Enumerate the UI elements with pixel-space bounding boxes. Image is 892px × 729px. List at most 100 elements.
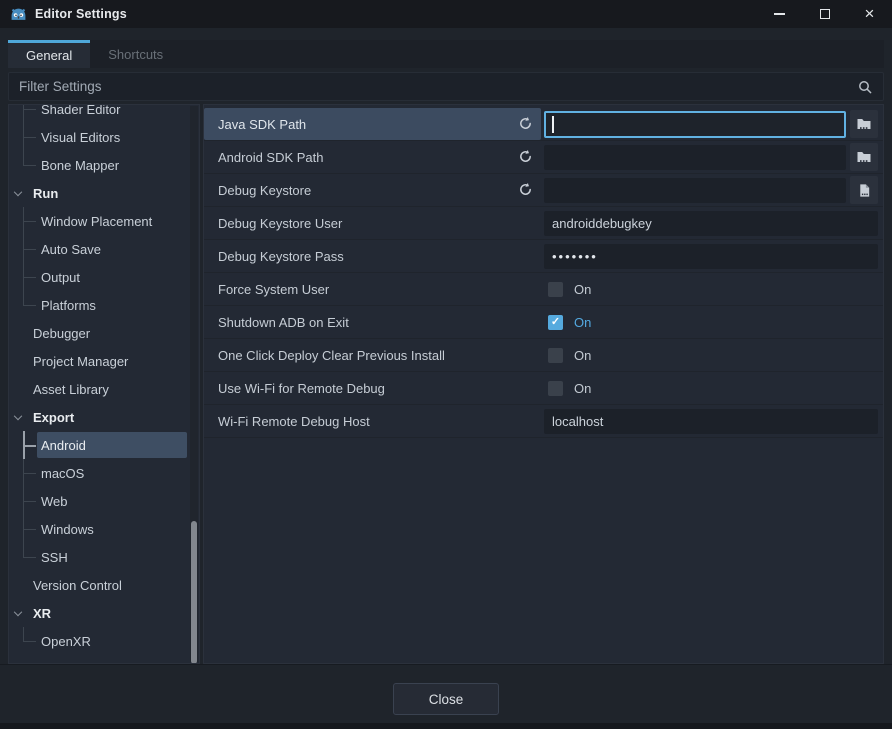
sidebar-item-openxr[interactable]: OpenXR [9,627,187,655]
window-title: Editor Settings [35,7,127,21]
sidebar-item-label: Project Manager [33,354,128,369]
sidebar-item-label: Version Control [33,578,122,593]
sidebar-item-asset-library[interactable]: Asset Library [9,375,187,403]
minimize-button[interactable] [757,0,802,28]
sidebar-item-label: macOS [41,466,84,481]
sidebar-item-export[interactable]: Export [9,403,187,431]
footer-bar: Close [0,664,892,723]
sidebar-item-android[interactable]: Android [9,431,187,459]
minimize-icon [774,13,785,15]
file-picker-button[interactable] [850,176,878,204]
checkbox-label[interactable]: On [574,273,591,306]
sidebar-item-project-manager[interactable]: Project Manager [9,347,187,375]
sidebar-item-web[interactable]: Web [9,487,187,515]
maximize-button[interactable] [802,0,847,28]
sidebar-item-windows[interactable]: Windows [9,515,187,543]
sidebar-item-label: Output [41,270,80,285]
tree-scrollbar[interactable] [190,106,198,662]
setting-label: Shutdown ADB on Exit [218,306,349,339]
text-caret [552,116,554,133]
sidebar-item-label: Window Placement [41,214,152,229]
sidebar-item-label: Platforms [41,298,96,313]
setting-label: Debug Keystore User [218,207,342,240]
sidebar-item-label: Windows [41,522,94,537]
chevron-down-icon[interactable] [14,608,22,616]
setting-input-java-sdk-path[interactable] [544,111,846,138]
revert-icon[interactable] [518,182,534,198]
tab-shortcuts[interactable]: Shortcuts [90,40,181,68]
setting-input-debug-keystore-pass[interactable] [544,244,878,269]
sidebar-item-label: Debugger [33,326,90,341]
setting-input-debug-keystore[interactable] [544,178,846,203]
setting-label: Use Wi-Fi for Remote Debug [218,372,385,405]
setting-input-debug-keystore-user[interactable] [544,211,878,236]
setting-row-shutdown-adb-on-exit: Shutdown ADB on Exit ✓ On [204,306,883,339]
setting-row-java-sdk-path: Java SDK Path [204,108,883,141]
sidebar-item-auto-save[interactable]: Auto Save [9,235,187,263]
close-window-button[interactable]: × [847,0,892,28]
sidebar-item-label: OpenXR [41,634,91,649]
setting-label: Debug Keystore [218,174,311,207]
checkbox-label[interactable]: On [574,306,591,339]
sidebar-item-label: Android [41,438,86,453]
settings-list: Java SDK PathAndroid SDK PathDebug Keyst… [203,104,884,664]
tab-general[interactable]: General [8,40,90,68]
filter-settings-input[interactable] [9,73,883,100]
setting-row-use-wi-fi-for-remote-debug: Use Wi-Fi for Remote Debug On [204,372,883,405]
chevron-down-icon[interactable] [14,412,22,420]
folder-picker-button[interactable] [850,110,878,138]
setting-label: Java SDK Path [218,108,306,141]
revert-icon[interactable] [518,149,534,165]
close-icon: × [865,5,875,22]
checkbox-shutdown-adb-on-exit[interactable]: ✓ [548,315,563,330]
setting-row-wi-fi-remote-debug-host: Wi-Fi Remote Debug Host [204,405,883,438]
sidebar-item-label: Bone Mapper [41,158,119,173]
sidebar-item-macos[interactable]: macOS [9,459,187,487]
chevron-down-icon[interactable] [14,188,22,196]
sidebar-item-xr[interactable]: XR [9,599,187,627]
editor-settings-window: Editor Settings × General Shortcuts Shad… [0,0,892,729]
sidebar-item-run[interactable]: Run [9,179,187,207]
setting-label: Wi-Fi Remote Debug Host [218,405,370,438]
checkbox-label[interactable]: On [574,339,591,372]
godot-logo-icon [10,6,27,23]
checkbox-use-wi-fi-for-remote-debug[interactable] [548,381,563,396]
setting-label: Android SDK Path [218,141,324,174]
sidebar-item-debugger[interactable]: Debugger [9,319,187,347]
settings-tree-list: Shader Editor Visual Editors Bone Mapper Ru… [9,104,187,664]
sidebar-item-visual-editors[interactable]: Visual Editors [9,123,187,151]
sidebar-item-label: Web [41,494,68,509]
setting-row-debug-keystore: Debug Keystore [204,174,883,207]
sidebar-item-platforms[interactable]: Platforms [9,291,187,319]
sidebar-item-ssh[interactable]: SSH [9,543,187,571]
setting-input-wi-fi-remote-debug-host[interactable] [544,409,878,434]
sidebar-item-bone-mapper[interactable]: Bone Mapper [9,151,187,179]
setting-input-android-sdk-path[interactable] [544,145,846,170]
checkbox-one-click-deploy-clear-previous-install[interactable] [548,348,563,363]
sidebar-item-label: SSH [41,550,68,565]
close-button[interactable]: Close [393,683,499,715]
tree-scrollbar-thumb[interactable] [191,521,197,664]
sidebar-item-label: Run [33,186,58,201]
checkbox-label[interactable]: On [574,372,591,405]
setting-row-force-system-user: Force System UserOn [204,273,883,306]
sidebar-item-label: Shader Editor [41,104,121,117]
sidebar-item-metadata[interactable]: Metadata [9,655,187,664]
sidebar-item-version-control[interactable]: Version Control [9,571,187,599]
titlebar: Editor Settings × [0,0,892,28]
search-icon [857,79,873,95]
checkbox-force-system-user[interactable] [548,282,563,297]
checkmark-icon: ✓ [551,317,560,328]
folder-picker-button[interactable] [850,143,878,171]
tab-bar: General Shortcuts [8,40,884,68]
sidebar-item-window-placement[interactable]: Window Placement [9,207,187,235]
setting-label: Debug Keystore Pass [218,240,344,273]
sidebar-item-shader-editor[interactable]: Shader Editor [9,104,187,123]
sidebar-item-output[interactable]: Output [9,263,187,291]
setting-row-one-click-deploy-clear-previous-install: One Click Deploy Clear Previous InstallO… [204,339,883,372]
revert-icon[interactable] [518,116,534,132]
filter-settings-bar [8,72,884,101]
sidebar-item-label: Visual Editors [41,130,120,145]
sidebar-item-label: Asset Library [33,382,109,397]
setting-row-android-sdk-path: Android SDK Path [204,141,883,174]
